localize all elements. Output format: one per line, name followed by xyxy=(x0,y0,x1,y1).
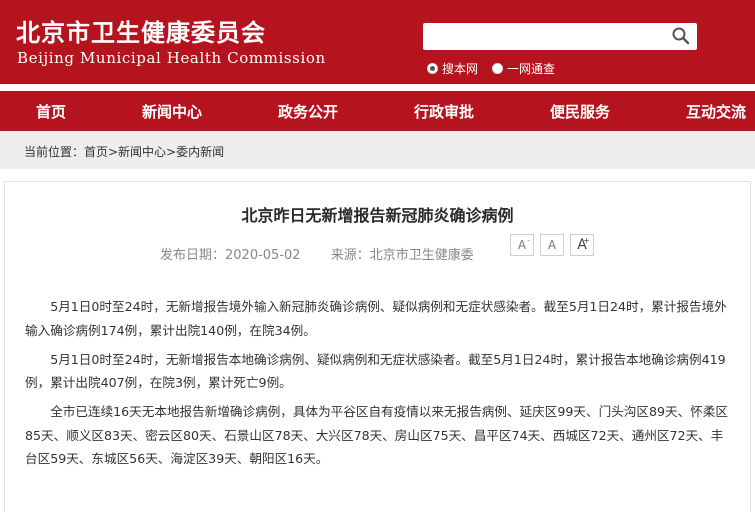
article-body: 5月1日0时至24时，无新增报告境外输入新冠肺炎确诊病例、疑似病例和无症状感染者… xyxy=(25,295,733,476)
nav-item-government-affairs[interactable]: 政务公开 xyxy=(278,101,338,122)
radio-unchecked-icon[interactable] xyxy=(492,63,504,74)
nav-item-interaction[interactable]: 互动交流 xyxy=(686,101,746,122)
nav-item-home[interactable]: 首页 xyxy=(36,101,66,122)
font-size-controls: A- A A + xyxy=(510,234,600,256)
search-scope-options: 搜本网 一网通查 xyxy=(427,60,569,77)
nav-item-administrative-approval[interactable]: 行政审批 xyxy=(414,101,474,122)
search-scope-site-label: 搜本网 xyxy=(442,62,479,76)
article-paragraph-2: 5月1日0时至24时，无新增报告本地确诊病例、疑似病例和无症状感染者。截至5月1… xyxy=(25,351,726,391)
article-paragraph-1: 5月1日0时至24时，无新增报告境外输入新冠肺炎确诊病例、疑似病例和无症状感染者… xyxy=(25,299,727,338)
breadcrumb: 当前位置：首页>新闻中心>委内新闻 xyxy=(0,131,755,169)
article-meta: 发布日期：2020-05-02 来源：北京市卫生健康委 xyxy=(160,244,474,263)
search-icon[interactable] xyxy=(671,26,691,46)
site-logo-english[interactable]: Beijing Municipal Health Commission xyxy=(17,49,326,67)
font-decrease-label: A xyxy=(517,238,527,252)
font-decrease-button[interactable]: A- xyxy=(510,234,534,256)
site-logo-chinese[interactable]: 北京市卫生健康委员会 xyxy=(16,13,266,48)
article-title: 北京昨日无新增报告新冠肺炎确诊病例 xyxy=(241,206,514,225)
search-scope-all[interactable]: 一网通查 xyxy=(492,60,555,77)
nav-item-public-services[interactable]: 便民服务 xyxy=(550,101,610,122)
article-source: 来源：北京市卫生健康委 xyxy=(330,248,474,263)
article-container: 北京昨日无新增报告新冠肺炎确诊病例 发布日期：2020-05-02 来源：北京市… xyxy=(4,181,751,512)
font-increase-button[interactable]: A + xyxy=(570,234,594,256)
radio-checked-icon[interactable] xyxy=(427,63,438,74)
search-box xyxy=(423,23,697,50)
font-reset-button[interactable]: A xyxy=(540,234,564,256)
search-scope-site[interactable]: 搜本网 xyxy=(427,60,478,77)
search-input[interactable] xyxy=(423,23,667,50)
nav-item-news-center[interactable]: 新闻中心 xyxy=(142,101,202,122)
font-reset-label: A xyxy=(547,238,557,252)
search-scope-all-label: 一网通查 xyxy=(507,62,556,76)
breadcrumb-text[interactable]: 当前位置：首页>新闻中心>委内新闻 xyxy=(24,143,224,160)
publish-date: 发布日期：2020-05-02 xyxy=(160,248,301,263)
article-paragraph-3: 全市已连续16天无本地报告新增确诊病例，具体为平谷区自有疫情以来无报告病例、延庆… xyxy=(25,404,728,466)
main-nav: 首页 新闻中心 政务公开 行政审批 便民服务 互动交流 xyxy=(0,91,755,131)
site-header: 北京市卫生健康委员会 Beijing Municipal Health Comm… xyxy=(0,0,755,84)
